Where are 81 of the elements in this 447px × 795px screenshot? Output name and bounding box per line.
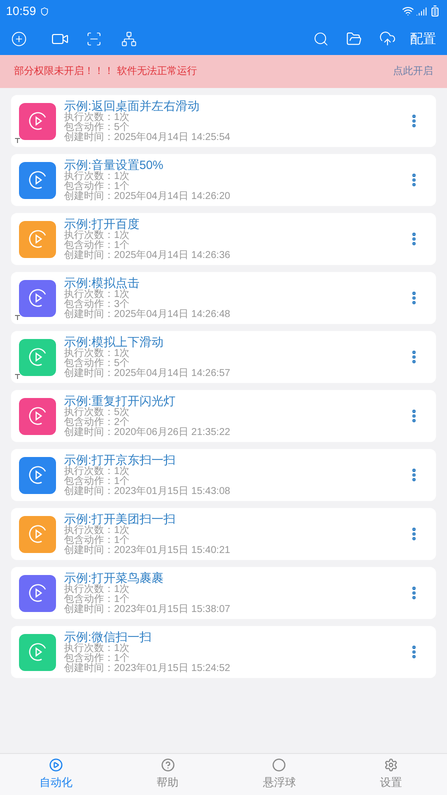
- play-icon: [26, 523, 48, 545]
- script-card[interactable]: 示例:微信扫一扫 执行次数：1次 包含动作：1个 创建时间：2023年01月15日 15:24:52: [11, 626, 436, 678]
- run-count: 执行次数：1次: [64, 644, 131, 654]
- script-card[interactable]: 示例:打开美团扫一扫 执行次数：1次 包含动作：1个 创建时间：2023年01月15日 15:40:21: [11, 508, 436, 560]
- play-icon: [26, 228, 48, 250]
- nav-tab[interactable]: 设置: [335, 754, 447, 795]
- status-time: 10:59: [6, 3, 36, 20]
- action-count: 包含动作：1个: [64, 241, 131, 251]
- run-count: 执行次数：1次: [64, 526, 131, 536]
- action-count: 包含动作：1个: [64, 536, 131, 546]
- play-icon: [48, 758, 63, 772]
- created-time: 创建时间：2023年01月15日 15:38:07: [64, 605, 232, 615]
- shield-icon: [40, 6, 50, 16]
- run-count: 执行次数：1次: [64, 585, 130, 595]
- run-count: 执行次数：1次: [64, 113, 131, 123]
- add-icon[interactable]: [11, 30, 27, 46]
- action-count: 包含动作：1个: [64, 595, 131, 605]
- run-count: 执行次数：1次: [64, 231, 131, 241]
- circle-icon: [272, 758, 286, 772]
- enable-link[interactable]: 点此开启: [393, 64, 433, 79]
- created-time: 创建时间：2025年04月14日 14:26:48: [64, 310, 232, 320]
- created-time: 创建时间：2020年06月26日 21:35:22: [64, 428, 232, 438]
- script-title: 示例:模拟点击: [64, 276, 140, 290]
- action-count: 包含动作：5个: [64, 123, 131, 133]
- script-title: 示例:微信扫一扫: [64, 630, 152, 644]
- created-time: 创建时间：2025年04月14日 14:26:20: [64, 192, 232, 202]
- play-icon: [26, 405, 48, 427]
- warning-message: 部分权限未开启！！！ 软件无法正常运行: [14, 64, 197, 79]
- script-title: 示例:打开百度: [64, 217, 140, 231]
- hierarchy-icon[interactable]: [121, 30, 137, 46]
- created-time: 创建时间：2025年04月14日 14:26:36: [64, 251, 232, 261]
- action-count: 包含动作：1个: [64, 477, 131, 487]
- action-count: 包含动作：5个: [64, 359, 131, 369]
- run-count: 执行次数：1次: [64, 172, 131, 182]
- scan-icon[interactable]: [86, 30, 102, 46]
- play-icon: [26, 287, 48, 309]
- nav-tab[interactable]: 自动化: [0, 754, 112, 795]
- settings-icon: [384, 758, 398, 772]
- search-icon[interactable]: [313, 30, 329, 46]
- play-icon: [26, 346, 48, 368]
- script-card[interactable]: 示例:音量设置50% 执行次数：1次 包含动作：1个 创建时间：2025年04月14日 14:26:20: [11, 154, 436, 206]
- folder-icon[interactable]: [346, 30, 362, 46]
- script-card[interactable]: 示例:返回桌面并左右滑动 执行次数：1次 包含动作：5个 创建时间：2025年04月14日 14:25:54: [11, 95, 436, 147]
- cloud-upload-icon[interactable]: [379, 30, 396, 47]
- play-icon: [26, 582, 48, 604]
- script-card[interactable]: 示例:模拟上下滑动 执行次数：1次 包含动作：5个 创建时间：2025年04月14日 14:26:57: [11, 331, 436, 383]
- created-time: 创建时间：2025年04月14日 14:25:54: [64, 133, 232, 143]
- created-time: 创建时间：2023年01月15日 15:40:21: [64, 546, 232, 556]
- run-count: 执行次数：1次: [64, 290, 130, 300]
- script-card[interactable]: 示例:打开菜鸟裹裹 执行次数：1次 包含动作：1个 创建时间：2023年01月15日 15:38:07: [11, 567, 436, 619]
- config-button[interactable]: 配置: [410, 28, 436, 48]
- script-title: 示例:音量设置50%: [64, 158, 164, 172]
- battery-icon: [429, 5, 441, 17]
- script-title: 示例:模拟上下滑动: [64, 335, 164, 349]
- script-card[interactable]: 示例:打开京东扫一扫 执行次数：1次 包含动作：1个 创建时间：2023年01月15日 15:43:08: [11, 449, 436, 501]
- run-count: 执行次数：5次: [64, 408, 131, 418]
- script-card[interactable]: 示例:打开百度 执行次数：1次 包含动作：1个 创建时间：2025年04月14日 14:26:36: [11, 213, 436, 265]
- action-count: 包含动作：1个: [64, 182, 131, 192]
- action-count: 包含动作：3个: [64, 300, 131, 310]
- script-title: 示例:重复打开闪光灯: [64, 394, 176, 408]
- play-icon: [26, 464, 48, 486]
- play-icon: [26, 169, 48, 191]
- run-count: 执行次数：1次: [64, 467, 131, 477]
- script-title: 示例:打开美团扫一扫: [64, 512, 176, 526]
- action-count: 包含动作：2个: [64, 418, 131, 428]
- script-title: 示例:返回桌面并左右滑动: [64, 99, 200, 113]
- help-icon: [160, 758, 175, 772]
- created-time: 创建时间：2023年01月15日 15:43:08: [64, 487, 232, 497]
- script-card[interactable]: 示例:重复打开闪光灯 执行次数：5次 包含动作：2个 创建时间：2020年06月26日 21:35:22: [11, 390, 436, 442]
- script-card[interactable]: 示例:模拟点击 执行次数：1次 包含动作：3个 创建时间：2025年04月14日 14:26:48: [11, 272, 436, 324]
- script-title: 示例:打开京东扫一扫: [64, 453, 176, 467]
- action-count: 包含动作：1个: [64, 654, 131, 664]
- nav-tab[interactable]: 悬浮球: [224, 754, 336, 795]
- created-time: 创建时间：2025年04月14日 14:26:57: [64, 369, 232, 379]
- script-title: 示例:打开菜鸟裹裹: [64, 571, 164, 585]
- nav-tab[interactable]: 帮助: [112, 754, 224, 795]
- play-icon: [26, 110, 48, 132]
- created-time: 创建时间：2023年01月15日 15:24:52: [64, 664, 232, 674]
- run-count: 执行次数：1次: [64, 349, 131, 359]
- play-icon: [26, 641, 48, 663]
- signal-icon: [416, 6, 427, 16]
